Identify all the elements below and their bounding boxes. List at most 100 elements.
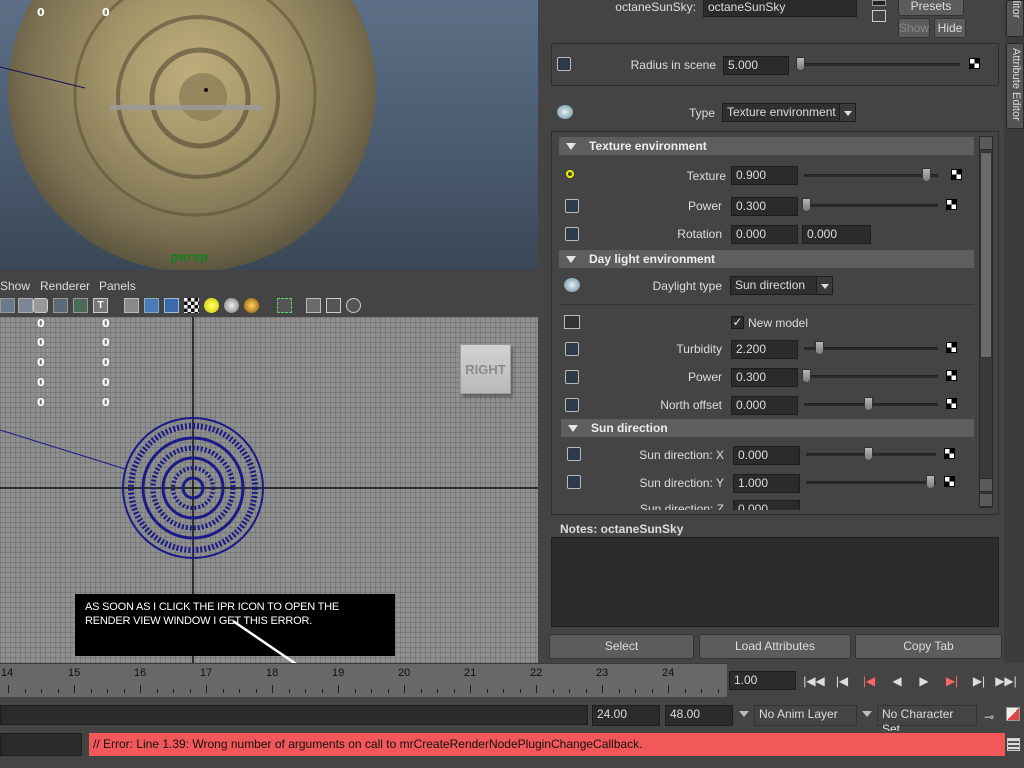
chevron-down-icon[interactable] bbox=[739, 711, 749, 717]
preferences-icon[interactable] bbox=[1006, 707, 1020, 721]
step-forward-key-icon[interactable]: ▶| bbox=[968, 673, 990, 689]
range-end-field[interactable]: 48.00 bbox=[665, 705, 733, 726]
sun-sky-dome-render bbox=[0, 0, 376, 270]
sun-direction-x-field[interactable]: 0.000 bbox=[733, 446, 800, 465]
ao-sphere-icon[interactable] bbox=[244, 298, 259, 313]
textured-icon[interactable] bbox=[73, 298, 88, 313]
node-name-field[interactable]: octaneSunSky bbox=[703, 0, 857, 17]
new-model-checkbox[interactable]: ✓ bbox=[731, 316, 744, 329]
turbidity-map-button[interactable] bbox=[946, 342, 957, 353]
scroll-up-icon[interactable] bbox=[979, 136, 993, 150]
north-offset-map-button[interactable] bbox=[946, 398, 957, 409]
texture-slider[interactable] bbox=[804, 174, 938, 177]
time-slider[interactable]: 14 15 16 17 18 19 20 21 22 23 24 bbox=[0, 663, 727, 697]
key-icon[interactable]: ⊸ bbox=[984, 710, 994, 724]
share-icon[interactable] bbox=[346, 298, 361, 313]
type-dropdown[interactable]: Texture environment bbox=[722, 103, 856, 122]
power-slider[interactable] bbox=[804, 375, 938, 378]
wireframe-shading-icon[interactable] bbox=[0, 298, 15, 313]
timeline-tick bbox=[470, 685, 471, 693]
play-backward-icon[interactable]: ◀ bbox=[886, 673, 908, 689]
tab-editor[interactable]: ditor bbox=[1006, 0, 1024, 37]
perspective-viewport[interactable]: 0 0 persp bbox=[0, 0, 538, 270]
chevron-down-icon[interactable] bbox=[862, 711, 872, 717]
timeline-tick bbox=[404, 685, 405, 693]
texture-map-button[interactable] bbox=[951, 169, 962, 180]
radius-slider[interactable] bbox=[800, 63, 960, 66]
select-button[interactable]: Select bbox=[549, 634, 694, 659]
sun-direction-y-map-button[interactable] bbox=[944, 476, 955, 487]
camera-cube-icon[interactable] bbox=[306, 298, 321, 313]
error-message-bar[interactable]: // Error: Line 1.39: Wrong number of arg… bbox=[89, 733, 1005, 756]
view-cube[interactable]: RIGHT bbox=[460, 344, 511, 394]
show-button[interactable]: Show bbox=[898, 18, 930, 38]
menu-panels[interactable]: Panels bbox=[99, 279, 136, 293]
sun-direction-y-field[interactable]: 1.000 bbox=[733, 474, 800, 493]
copy-tab-button[interactable]: Copy Tab bbox=[855, 634, 1002, 659]
radius-map-button[interactable] bbox=[969, 58, 980, 69]
sun-direction-z-field[interactable]: 0.000 bbox=[733, 500, 800, 510]
hide-button[interactable]: Hide bbox=[934, 18, 966, 38]
menu-renderer[interactable]: Renderer bbox=[40, 279, 90, 293]
step-forward-frame-icon[interactable]: ▶| bbox=[941, 673, 963, 689]
character-set-dropdown[interactable]: No Character Set bbox=[877, 705, 977, 736]
scroll-up-icon[interactable] bbox=[979, 478, 993, 492]
power-label: Power bbox=[687, 370, 722, 384]
section-texture-environment[interactable]: Texture environment bbox=[559, 137, 974, 155]
focus-icon[interactable] bbox=[872, 0, 886, 6]
range-start-field[interactable]: 24.00 bbox=[592, 705, 660, 726]
range-slider[interactable] bbox=[0, 705, 588, 725]
scroll-thumb[interactable] bbox=[980, 152, 992, 358]
scroll-down-icon[interactable] bbox=[979, 493, 993, 507]
turbidity-field[interactable]: 2.200 bbox=[731, 340, 798, 359]
isolate-select-icon[interactable] bbox=[277, 298, 292, 313]
step-back-key-icon[interactable]: |◀ bbox=[831, 673, 853, 689]
power-slider[interactable] bbox=[804, 204, 938, 207]
radius-field[interactable]: 5.000 bbox=[723, 56, 789, 75]
hud-value: 0 bbox=[102, 336, 110, 349]
command-input[interactable] bbox=[0, 733, 82, 756]
notes-textarea[interactable] bbox=[551, 537, 999, 627]
power-map-button[interactable] bbox=[946, 370, 957, 381]
load-attributes-button[interactable]: Load Attributes bbox=[699, 634, 851, 659]
shadow-sphere-icon[interactable] bbox=[224, 298, 239, 313]
sun-direction-y-slider[interactable] bbox=[806, 481, 936, 484]
texture-field[interactable]: 0.900 bbox=[731, 166, 798, 185]
texture-placement-icon[interactable]: T bbox=[93, 298, 108, 313]
go-to-end-icon[interactable]: ▶▶| bbox=[995, 673, 1017, 689]
script-editor-icon[interactable] bbox=[1007, 738, 1020, 751]
play-forward-icon[interactable]: ▶ bbox=[913, 673, 935, 689]
light-icon[interactable] bbox=[204, 298, 219, 313]
section-sun-direction[interactable]: Sun direction bbox=[561, 419, 974, 437]
wire-cube-icon[interactable] bbox=[164, 298, 179, 313]
rotation-field-2[interactable]: 0.000 bbox=[802, 225, 871, 244]
default-material-icon[interactable] bbox=[33, 298, 48, 313]
north-offset-field[interactable]: 0.000 bbox=[731, 396, 798, 415]
sun-direction-x-map-button[interactable] bbox=[944, 448, 955, 459]
checker-icon[interactable] bbox=[184, 298, 199, 313]
current-frame-field[interactable]: 1.00 bbox=[729, 671, 796, 690]
tab-attribute-editor[interactable]: Attribute Editor bbox=[1006, 43, 1024, 129]
presets-button[interactable]: Presets bbox=[898, 0, 964, 16]
go-to-output-icon[interactable] bbox=[872, 10, 886, 22]
step-back-frame-icon[interactable]: |◀ bbox=[858, 673, 880, 689]
power-field[interactable]: 0.300 bbox=[731, 368, 798, 387]
shaded-cube-icon[interactable] bbox=[144, 298, 159, 313]
power-map-button[interactable] bbox=[946, 199, 957, 210]
rotation-field-1[interactable]: 0.000 bbox=[731, 225, 798, 244]
power-field[interactable]: 0.300 bbox=[731, 197, 798, 216]
hud-value: 0 bbox=[37, 317, 45, 330]
daylight-type-dropdown[interactable]: Sun direction bbox=[730, 276, 833, 295]
xray-icon[interactable] bbox=[53, 298, 68, 313]
menu-show[interactable]: Show bbox=[0, 279, 30, 293]
turbidity-slider[interactable] bbox=[804, 347, 938, 350]
cube-icon[interactable] bbox=[124, 298, 139, 313]
go-to-start-icon[interactable]: |◀◀ bbox=[803, 673, 825, 689]
frame-all-icon[interactable] bbox=[326, 298, 341, 313]
section-daylight-environment[interactable]: Day light environment bbox=[559, 250, 974, 268]
power-label: Power bbox=[687, 199, 722, 213]
attribute-icon bbox=[565, 370, 579, 384]
anim-layer-dropdown[interactable]: No Anim Layer bbox=[754, 705, 857, 726]
smooth-shading-icon[interactable] bbox=[18, 298, 33, 313]
frame-label: 20 bbox=[398, 667, 411, 679]
